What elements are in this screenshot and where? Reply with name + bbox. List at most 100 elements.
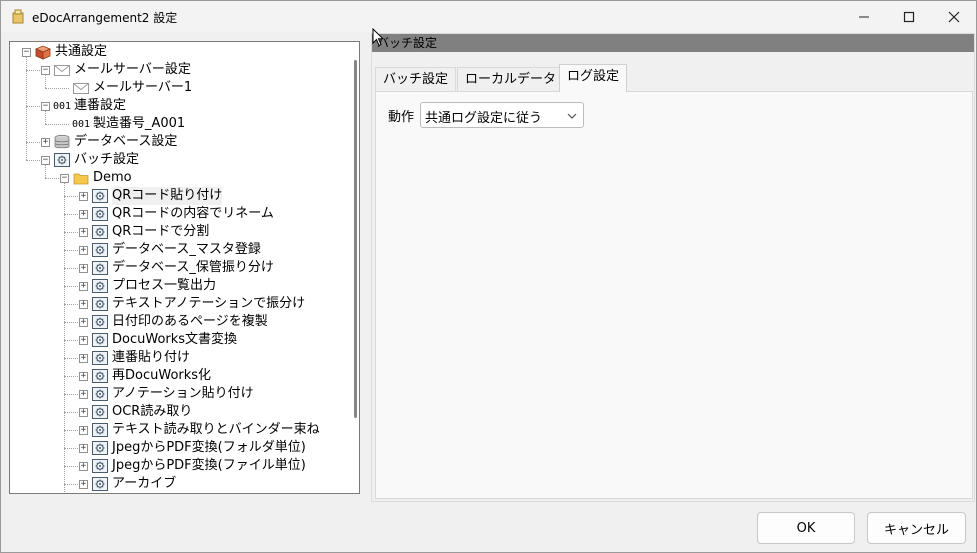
tree-item[interactable]: データベース_マスタ登録: [91, 241, 261, 259]
tree-item-label: アーカイブ: [112, 476, 177, 491]
tree-item-label: メールサーバー設定: [74, 62, 191, 77]
tree-item[interactable]: プロセス一覧出力: [91, 277, 216, 295]
app-icon: [12, 9, 24, 24]
tree-item[interactable]: QRコードの内容でリネーム: [91, 205, 274, 223]
expand-toggle-icon[interactable]: +: [79, 408, 88, 417]
expand-toggle-icon[interactable]: +: [79, 210, 88, 219]
tree-item-label: 製造番号_A001: [93, 116, 186, 131]
settings-tree[interactable]: − 共通設定 − メールサーバー設定 メールサーバー1−001 連番設定 001 製造番号_A…: [9, 41, 360, 494]
collapse-toggle-icon[interactable]: −: [41, 156, 50, 165]
tree-item[interactable]: データベース設定: [53, 133, 177, 151]
expand-toggle-icon[interactable]: +: [79, 390, 88, 399]
tree-item-label: メールサーバー1: [93, 80, 193, 95]
expand-toggle-icon[interactable]: +: [79, 192, 88, 201]
minimize-icon: [859, 16, 869, 17]
expand-toggle-icon[interactable]: +: [79, 228, 88, 237]
tree-item[interactable]: メールサーバー1: [72, 79, 192, 97]
expand-toggle-icon[interactable]: +: [41, 138, 50, 147]
tab-log-settings[interactable]: ログ設定: [559, 64, 628, 92]
expand-toggle-icon[interactable]: +: [79, 264, 88, 273]
tree-item[interactable]: OCR読み取り: [91, 403, 192, 421]
batch-gear-icon: [91, 224, 109, 240]
batch-gear-icon: [91, 476, 109, 492]
chevron-down-icon: [567, 113, 577, 119]
mouse-cursor-icon: [372, 28, 384, 47]
title-bar[interactable]: eDocArrangement2 設定: [1, 1, 976, 32]
tree-item[interactable]: 日付印のあるページを複製: [91, 313, 268, 331]
number-icon: 001: [72, 118, 91, 130]
expand-toggle-icon[interactable]: +: [79, 426, 88, 435]
ok-button[interactable]: OK: [757, 512, 855, 544]
number-icon: 001: [53, 100, 72, 112]
tree-item-label: OCR読み取り: [112, 404, 193, 419]
batch-gear-icon: [91, 314, 109, 330]
tree-item[interactable]: アーカイブ: [91, 475, 176, 493]
batch-gear-icon: [91, 458, 109, 474]
tree-item[interactable]: 連番貼り付け: [91, 349, 190, 367]
tree-item-label: DocuWorks文書変換: [112, 332, 238, 347]
expand-toggle-icon[interactable]: +: [79, 354, 88, 363]
tree-item-label: 再DocuWorks化: [112, 368, 212, 383]
tree-item[interactable]: 共通設定: [34, 43, 107, 61]
expand-toggle-icon[interactable]: +: [79, 300, 88, 309]
action-select[interactable]: 共通ログ設定に従う: [420, 102, 584, 128]
tree-item[interactable]: 再DocuWorks化: [91, 367, 211, 385]
tree-item-label: データベース_保管振り分け: [112, 260, 274, 275]
tree-item[interactable]: QRコードで分割: [91, 223, 209, 241]
tree-item[interactable]: JpegからPDF変換(フォルダ単位): [91, 439, 306, 457]
batch-gear-icon: [91, 386, 109, 402]
tree-connector-horizontal: [45, 88, 69, 89]
expand-toggle-icon[interactable]: +: [79, 462, 88, 471]
maximize-icon: [903, 11, 915, 22]
tree-connector-vertical: [45, 165, 46, 178]
expand-toggle-icon[interactable]: +: [79, 282, 88, 291]
tree-item[interactable]: アノテーション貼り付け: [91, 385, 254, 403]
collapse-toggle-icon[interactable]: −: [22, 48, 31, 57]
tree-item[interactable]: メールサーバー設定: [53, 61, 191, 79]
settings-detail-panel: バッチ設定 バッチ設定 ローカルデータ ログ設定 動作 共通ログ設定に従う: [371, 33, 975, 502]
tree-item-label: データベース_マスタ登録: [112, 242, 261, 257]
tree-connector-vertical: [45, 75, 46, 88]
tab-local-data[interactable]: ローカルデータ: [457, 67, 565, 92]
close-button[interactable]: [931, 1, 977, 32]
tree-scrollbar[interactable]: [351, 42, 359, 493]
tree-item[interactable]: バッチ設定: [53, 151, 139, 169]
batch-gear-icon: [91, 404, 109, 420]
package-icon: [34, 44, 52, 60]
tree-item[interactable]: 001 連番設定: [53, 97, 126, 115]
tree-item-label: プロセス一覧出力: [112, 278, 217, 293]
tree-item-label: 日付印のあるページを複製: [112, 314, 268, 329]
expand-toggle-icon[interactable]: +: [79, 480, 88, 489]
database-icon: [53, 134, 71, 150]
tree-item[interactable]: 001 製造番号_A001: [72, 115, 185, 133]
batch-gear-icon: [91, 296, 109, 312]
batch-gear-icon: [91, 278, 109, 294]
tree-item[interactable]: データベース_保管振り分け: [91, 259, 274, 277]
tree-item[interactable]: Demo: [72, 169, 132, 187]
tab-batch-settings[interactable]: バッチ設定: [375, 67, 457, 92]
tree-item[interactable]: テキスト読み取りとバインダー束ね: [91, 421, 320, 439]
tree-item-label: JpegからPDF変換(フォルダ単位): [112, 440, 306, 455]
collapse-toggle-icon[interactable]: −: [41, 102, 50, 111]
expand-toggle-icon[interactable]: +: [79, 318, 88, 327]
tree-item-label: 連番設定: [74, 98, 127, 113]
cancel-button[interactable]: キャンセル: [867, 512, 966, 544]
tree-item[interactable]: DocuWorks文書変換: [91, 331, 237, 349]
collapse-toggle-icon[interactable]: −: [60, 174, 69, 183]
folder-icon: [72, 170, 90, 186]
tree-connector-horizontal: [45, 124, 69, 125]
batch-gear-icon: [91, 242, 109, 258]
expand-toggle-icon[interactable]: +: [79, 246, 88, 255]
tree-item-label: テキスト読み取りとバインダー束ね: [112, 422, 320, 437]
maximize-button[interactable]: [886, 1, 932, 32]
expand-toggle-icon[interactable]: +: [79, 336, 88, 345]
expand-toggle-icon[interactable]: +: [79, 444, 88, 453]
tree-scrollbar-thumb[interactable]: [354, 60, 357, 418]
minimize-button[interactable]: [841, 1, 887, 32]
tree-item[interactable]: QRコード貼り付け: [91, 187, 223, 205]
envelope-icon: [53, 62, 71, 78]
expand-toggle-icon[interactable]: +: [79, 372, 88, 381]
tree-item[interactable]: JpegからPDF変換(ファイル単位): [91, 457, 306, 475]
collapse-toggle-icon[interactable]: −: [41, 66, 50, 75]
tree-item[interactable]: テキストアノテーションで振分け: [91, 295, 305, 313]
